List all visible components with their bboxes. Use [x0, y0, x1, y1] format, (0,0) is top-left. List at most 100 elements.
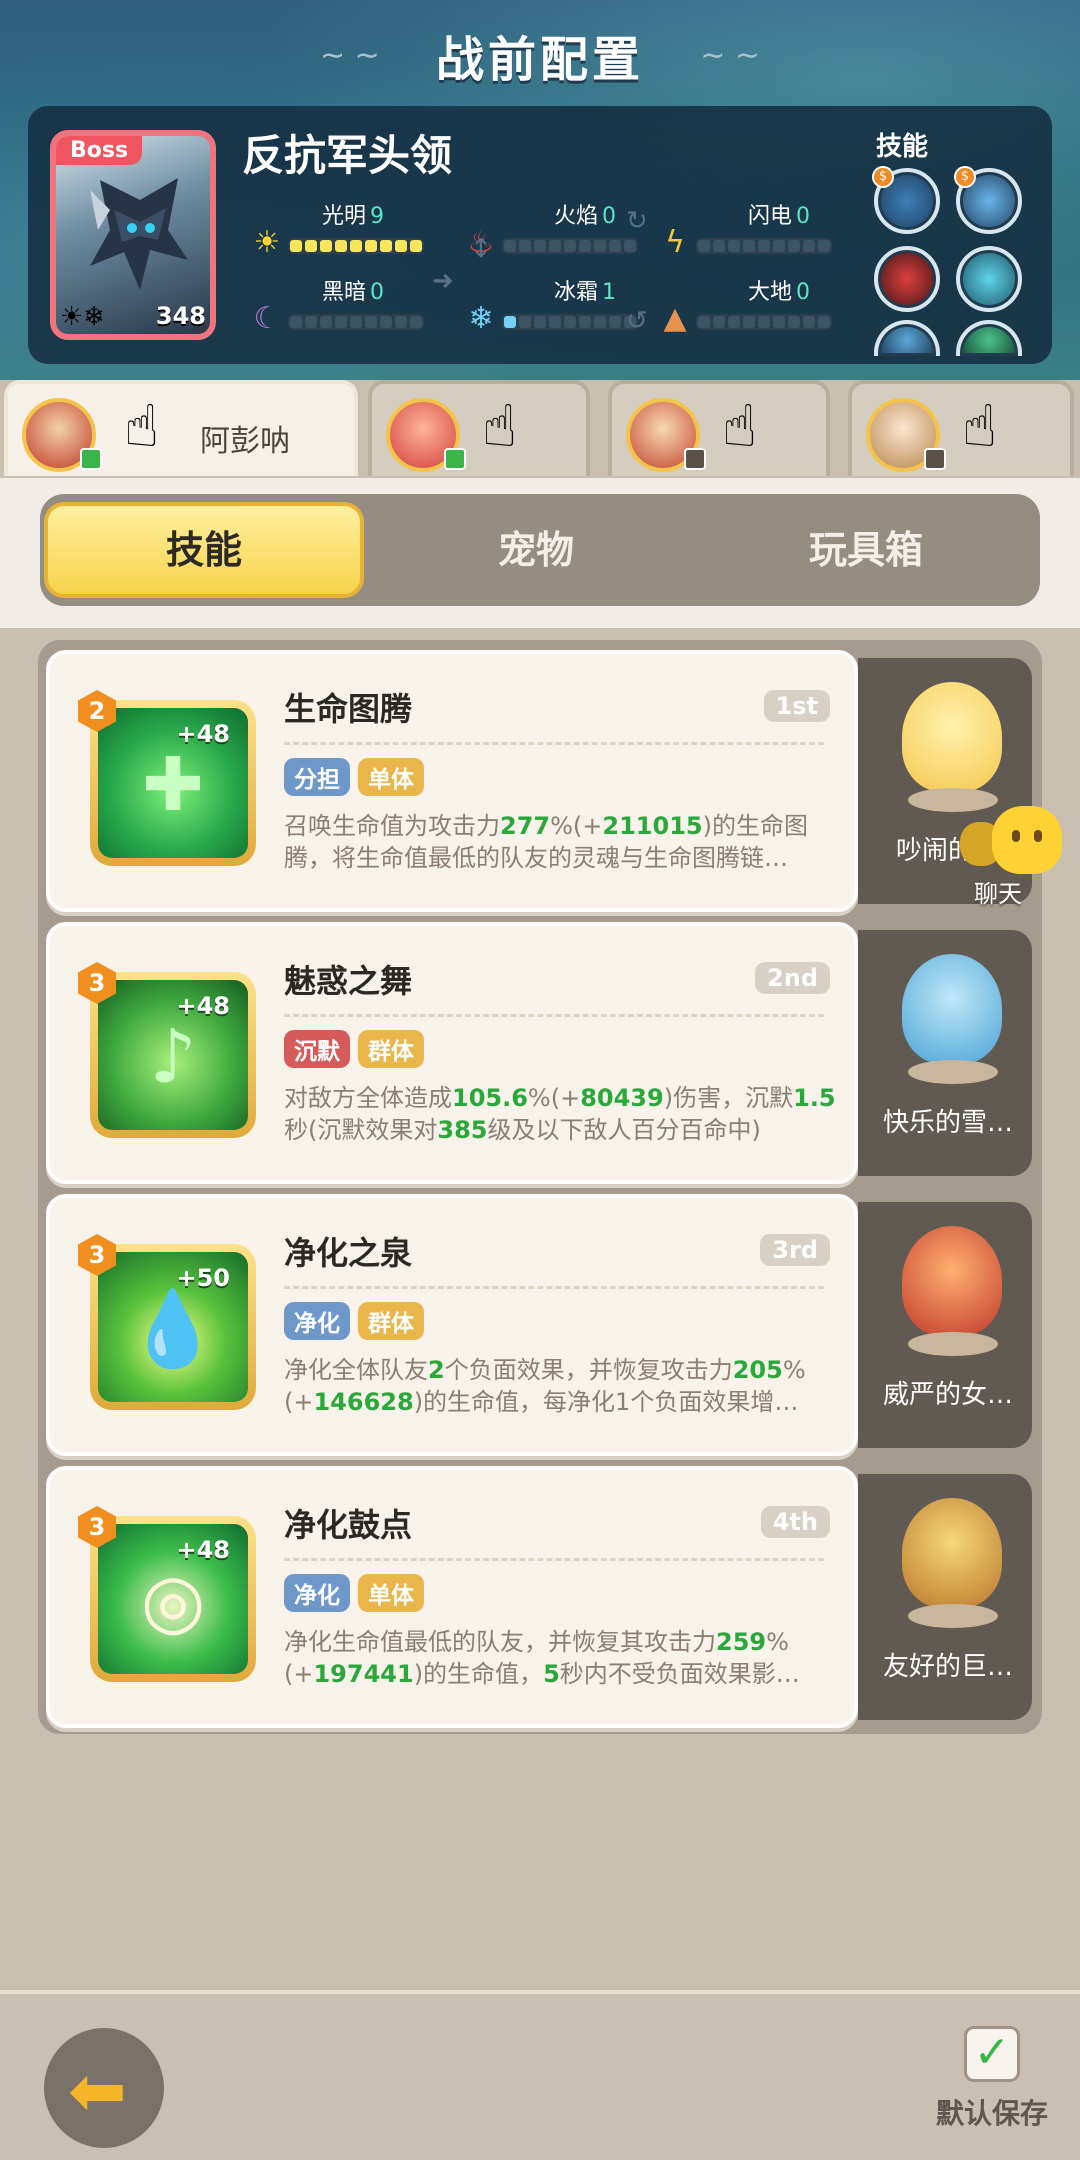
skill-tag: 群体	[358, 1302, 424, 1340]
element-frost-label: 冰霜	[554, 280, 599, 305]
element-bar-segment	[564, 316, 576, 328]
description-text: )的生命值，	[413, 1660, 544, 1688]
pet-base	[908, 1604, 998, 1628]
hero-tab-3[interactable]: ☝	[608, 380, 830, 476]
tab-pets[interactable]: 宠物	[376, 502, 696, 598]
element-dark-value: 0	[370, 280, 385, 305]
tab-toybox[interactable]: 玩具箱	[706, 502, 1026, 598]
page-title: 战前配置	[435, 32, 644, 88]
skill-title: 净化鼓点	[284, 1506, 413, 1544]
pet-slot[interactable]: 威严的女…	[858, 1202, 1032, 1448]
boss-skill-cross-icon[interactable]: $	[954, 166, 1022, 234]
pet-slot[interactable]: 友好的巨…	[858, 1474, 1032, 1720]
tab-skills[interactable]: 技能	[44, 502, 364, 598]
pet-figure	[902, 1226, 1002, 1336]
default-save-button[interactable]: ✓ 默认保存	[932, 2026, 1052, 2136]
skill-tag: 沉默	[284, 1030, 350, 1068]
divider	[284, 742, 824, 745]
boss-skill-fire-icon[interactable]	[874, 246, 940, 312]
element-bar-segment	[519, 316, 531, 328]
skill-tag: 群体	[358, 1030, 424, 1068]
element-bar-segment	[335, 316, 347, 328]
description-value: 2	[428, 1356, 445, 1384]
skill-card[interactable]: ◎ +48 3 净化鼓点 4th 净化 单体 净化生命值最低的队友，并恢复其攻击…	[46, 1466, 858, 1728]
skill-card[interactable]: ♪ +48 3 魅惑之舞 2nd 沉默 群体 对敌方全体造成105.6%(+80…	[46, 922, 858, 1184]
list-item: 💧 +50 3 净化之泉 3rd 净化 群体 净化全体队友2个负面效果，并恢复攻…	[46, 1194, 1036, 1456]
element-bar-segment	[320, 316, 332, 328]
description-text: 对敌方全体造成	[284, 1084, 452, 1112]
element-bar-segment	[350, 316, 362, 328]
hand-tap-icon: ☝	[962, 392, 998, 460]
element-bar-segment	[549, 240, 561, 252]
skill-icon-frame: ♪ +48	[90, 972, 256, 1138]
chat-button[interactable]: 聊天	[960, 800, 1070, 910]
element-bar-segment	[609, 240, 621, 252]
description-value: 259	[716, 1628, 767, 1656]
element-bar-segment	[713, 240, 725, 252]
element-bar-segment	[743, 316, 755, 328]
element-light-label: 光明	[322, 204, 367, 229]
element-bar-segment	[549, 316, 561, 328]
boss-card[interactable]: Boss ☀❄ 348	[50, 130, 216, 340]
lightning-icon: ϟ	[665, 225, 685, 260]
skill-title: 生命图腾	[284, 690, 413, 728]
skill-order-badge: 2nd	[755, 962, 830, 994]
element-bar-segment	[788, 316, 800, 328]
mountain-icon: ▲	[663, 301, 687, 336]
droplet-icon: 💧	[126, 1286, 220, 1372]
element-fire-label: 火焰	[554, 204, 599, 229]
element-bar-segment	[395, 240, 407, 252]
hand-tap-icon: ☝	[722, 392, 758, 460]
element-dark-label: 黑暗	[322, 280, 367, 305]
pet-base	[908, 1332, 998, 1356]
boss-panel: Boss ☀❄ 348 反抗军头领 光明 9 ☀ 火焰 0 ♨ 闪电 0 ϟ 黑…	[28, 106, 1052, 364]
element-dark-bar	[288, 314, 424, 330]
skill-icon-frame: ✚ +48	[90, 700, 256, 866]
element-bar-segment	[305, 316, 317, 328]
skill-icon-frame: 💧 +50	[90, 1244, 256, 1410]
checkbox-checked-icon[interactable]: ✓	[964, 2026, 1020, 2082]
element-bar-segment	[818, 316, 830, 328]
element-bar-segment	[803, 240, 815, 252]
element-bar-segment	[534, 316, 546, 328]
title-swirl-right-icon: ∼ ∼	[700, 38, 760, 73]
skill-order-badge: 4th	[760, 1506, 830, 1538]
pet-slot[interactable]: 快乐的雪…	[858, 930, 1032, 1176]
element-bar-segment	[758, 240, 770, 252]
description-value: 205	[732, 1356, 783, 1384]
hero-tab-1[interactable]: ☝ 阿彭呐	[4, 380, 358, 476]
snowflake-icon: ❄	[468, 301, 494, 336]
skills-list: ✚ +48 2 生命图腾 1st 分担 单体 召唤生命值为攻击力277%(+21…	[38, 640, 1042, 1734]
back-button[interactable]: ⬅	[44, 2028, 164, 2148]
element-earth-label: 大地	[748, 280, 793, 305]
boss-skill-partial-icon[interactable]	[956, 320, 1022, 356]
description-text: )伤害，沉默	[663, 1084, 794, 1112]
cycle-arrow-icon: ↺	[626, 306, 648, 336]
hero-tab-2[interactable]: ☝	[368, 380, 590, 476]
description-text: 召唤生命值为攻击力	[284, 812, 500, 840]
skill-card[interactable]: ✚ +48 2 生命图腾 1st 分担 单体 召唤生命值为攻击力277%(+21…	[46, 650, 858, 912]
element-bar-segment	[624, 240, 636, 252]
description-value: 105.6	[452, 1084, 528, 1112]
element-bar-segment	[410, 240, 422, 252]
hero-tabs: ☝ 阿彭呐 ☝ ☝ ☝	[0, 380, 1080, 480]
element-bar-segment	[698, 316, 710, 328]
skill-card[interactable]: 💧 +50 3 净化之泉 3rd 净化 群体 净化全体队友2个负面效果，并恢复攻…	[46, 1194, 858, 1456]
element-bar-segment	[504, 240, 516, 252]
boss-skill-ghost-icon[interactable]	[956, 246, 1022, 312]
skill-tag: 单体	[358, 758, 424, 796]
element-bar-segment	[609, 316, 621, 328]
boss-element-icons: ☀❄	[60, 302, 106, 332]
cycle-arrow-icon: ↕	[470, 234, 492, 264]
element-bar-segment	[818, 240, 830, 252]
element-bar-segment	[380, 240, 392, 252]
boss-skill-wave-icon[interactable]: $	[872, 166, 940, 234]
orb-badge-icon: $	[872, 166, 894, 188]
element-dark: 黑暗 0 ☾	[250, 274, 490, 336]
element-fire-bar	[502, 238, 638, 254]
hero-status-icon	[444, 448, 466, 470]
hero-name: 阿彭呐	[200, 424, 290, 459]
pet-figure	[902, 682, 1002, 792]
boss-skills-label: 技能	[876, 132, 929, 162]
hero-tab-4[interactable]: ☝	[848, 380, 1074, 476]
